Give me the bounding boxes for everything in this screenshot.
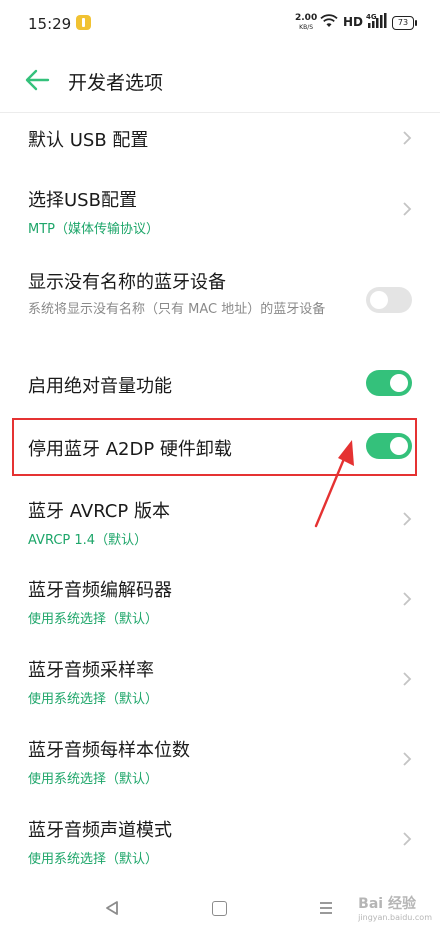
setting-bluetooth-audio-codec[interactable]: 蓝牙音频编解码器 使用系统选择（默认） [0, 563, 440, 643]
wifi-icon [320, 14, 338, 27]
watermark-url: jingyan.baidu.com [358, 913, 432, 922]
setting-disable-a2dp-offload[interactable]: 停用蓝牙 A2DP 硬件卸载 [0, 413, 440, 483]
setting-subtitle: 使用系统选择（默认） [28, 692, 159, 707]
setting-title: 蓝牙 AVRCP 版本 [28, 501, 170, 522]
toggle-knob [390, 437, 408, 455]
setting-title: 显示没有名称的蓝牙设备 [28, 272, 226, 293]
network-speed-unit: KB/S [299, 24, 314, 31]
setting-bluetooth-sample-rate[interactable]: 蓝牙音频采样率 使用系统选择（默认） [0, 643, 440, 723]
setting-subtitle: AVRCP 1.4（默认） [28, 533, 148, 548]
chevron-right-icon [403, 512, 412, 526]
absolute-volume-toggle[interactable] [366, 370, 412, 396]
hd-voice-label: HD [343, 15, 364, 29]
setting-subtitle: MTP（媒体传输协议） [28, 222, 159, 237]
nav-back-icon[interactable] [104, 900, 120, 916]
setting-bluetooth-avrcp-version[interactable]: 蓝牙 AVRCP 版本 AVRCP 1.4（默认） [0, 483, 440, 563]
battery-indicator: 73 [392, 16, 417, 30]
setting-title: 蓝牙音频每样本位数 [28, 740, 190, 761]
network-speed: 2.00 KB/S [295, 14, 317, 32]
a2dp-offload-toggle[interactable] [366, 433, 412, 459]
system-nav-bar: Bai 经验 jingyan.baidu.com [0, 888, 440, 930]
chevron-right-icon [403, 752, 412, 766]
chevron-right-icon [403, 832, 412, 846]
unnamed-bluetooth-toggle[interactable] [366, 287, 412, 313]
nav-home-icon[interactable] [212, 901, 227, 916]
setting-subtitle: 使用系统选择（默认） [28, 612, 159, 627]
setting-subtitle: 使用系统选择（默认） [28, 772, 159, 787]
setting-title: 蓝牙音频声道模式 [28, 820, 172, 841]
notification-app-icon [76, 15, 91, 30]
setting-absolute-volume[interactable]: 启用绝对音量功能 [0, 353, 440, 413]
svg-text:4G: 4G [366, 13, 377, 21]
settings-list: 默认 USB 配置 选择USB配置 MTP（媒体传输协议） 显示没有名称的蓝牙设… [0, 112, 440, 883]
status-bar: 15:29 2.00 KB/S HD 4G 73 [0, 0, 440, 48]
setting-title: 启用绝对音量功能 [28, 376, 172, 397]
setting-subtitle: 系统将显示没有名称（只有 MAC 地址）的蓝牙设备 [28, 302, 326, 317]
toggle-knob [390, 374, 408, 392]
setting-title: 停用蓝牙 A2DP 硬件卸载 [28, 439, 232, 460]
network-speed-value: 2.00 [295, 13, 318, 23]
setting-title: 蓝牙音频编解码器 [28, 580, 172, 601]
nav-recents-icon[interactable] [318, 900, 334, 916]
watermark: Bai 经验 jingyan.baidu.com [358, 893, 432, 922]
setting-title: 默认 USB 配置 [28, 130, 149, 151]
setting-default-usb-config[interactable]: 默认 USB 配置 [0, 112, 440, 164]
setting-title: 选择USB配置 [28, 190, 137, 211]
setting-bluetooth-channel-mode[interactable]: 蓝牙音频声道模式 使用系统选择（默认） [0, 803, 440, 883]
cellular-signal-icon: 4G [366, 13, 387, 28]
setting-select-usb-config[interactable]: 选择USB配置 MTP（媒体传输协议） [0, 164, 440, 250]
chevron-right-icon [403, 131, 412, 145]
chevron-right-icon [403, 672, 412, 686]
setting-bluetooth-bits-per-sample[interactable]: 蓝牙音频每样本位数 使用系统选择（默认） [0, 723, 440, 803]
page-title: 开发者选项 [68, 72, 164, 94]
chevron-right-icon [403, 592, 412, 606]
arrow-left-icon[interactable] [24, 68, 50, 92]
watermark-text: Bai 经验 [358, 896, 416, 912]
status-time: 15:29 [28, 15, 72, 33]
setting-title: 蓝牙音频采样率 [28, 660, 154, 681]
toggle-knob [370, 291, 388, 309]
chevron-right-icon [403, 202, 412, 216]
app-header: 开发者选项 [0, 48, 440, 113]
setting-show-unnamed-bluetooth[interactable]: 显示没有名称的蓝牙设备 系统将显示没有名称（只有 MAC 地址）的蓝牙设备 [0, 250, 440, 353]
setting-subtitle: 使用系统选择（默认） [28, 852, 159, 867]
annotation-arrow-icon [314, 440, 354, 528]
